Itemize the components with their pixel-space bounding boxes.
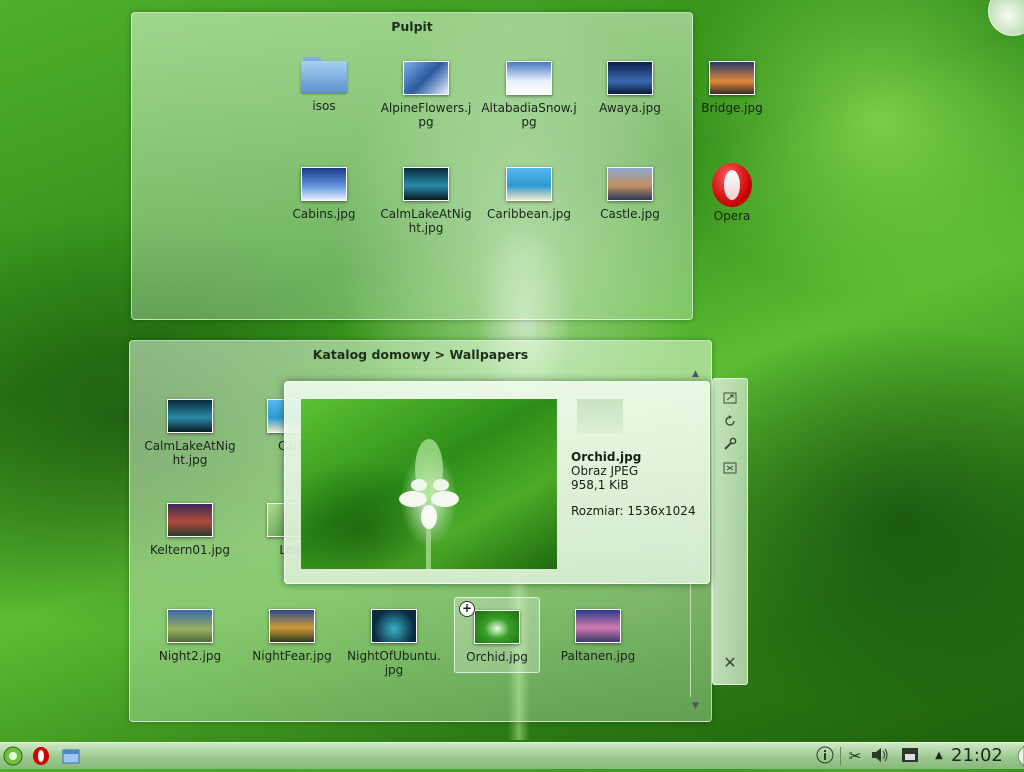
- wallpaper-item-calmlakeatnight[interactable]: CalmLakeAtNight.jpg: [142, 399, 238, 467]
- preview-dimensions: Rozmiar: 1536x1024: [571, 504, 696, 518]
- desktop-item-altabadiasnow[interactable]: AltabadiaSnow.jpg: [481, 61, 577, 129]
- image-thumbnail-icon: [403, 167, 449, 201]
- file-preview-tooltip: Orchid.jpg Obraz JPEG 958,1 KiB Rozmiar:…: [284, 381, 710, 584]
- item-label: CalmLakeAtNight.jpg: [144, 439, 236, 467]
- item-label: NightFear.jpg: [252, 649, 332, 663]
- scroll-up-arrow-icon[interactable]: ▲: [692, 369, 699, 379]
- image-thumbnail-icon: [167, 503, 213, 537]
- item-label: isos: [312, 99, 336, 113]
- image-thumbnail-icon: [167, 399, 213, 433]
- image-thumbnail-icon: [575, 609, 621, 643]
- image-thumbnail-icon: [403, 61, 449, 95]
- folder-view-title: Katalog domowy > Wallpapers: [312, 347, 529, 362]
- image-thumbnail-icon: [474, 610, 520, 644]
- desktop-item-bridge[interactable]: Bridge.jpg: [684, 61, 780, 115]
- item-label: Awaya.jpg: [599, 101, 661, 115]
- item-label: Keltern01.jpg: [149, 543, 231, 557]
- preview-info: Orchid.jpg Obraz JPEG 958,1 KiB Rozmiar:…: [571, 450, 696, 518]
- image-thumbnail-icon: [709, 61, 755, 95]
- item-label: AlpineFlowers.jpg: [380, 101, 472, 129]
- preview-filename: Orchid.jpg: [571, 450, 642, 464]
- image-thumbnail-icon: [607, 61, 653, 95]
- desktop-item-isos[interactable]: isos: [276, 57, 372, 113]
- volume-icon[interactable]: [870, 746, 890, 766]
- wallpaper-item-nightofubuntu[interactable]: NightOfUbuntu.jpg: [346, 609, 442, 677]
- desktop-item-opera[interactable]: Opera: [684, 163, 780, 223]
- item-label: Paltanen.jpg: [560, 649, 636, 663]
- desktop-item-castle[interactable]: Castle.jpg: [582, 167, 678, 221]
- file-manager-icon[interactable]: [60, 746, 82, 766]
- item-label: NightOfUbuntu.jpg: [347, 649, 441, 677]
- background-thumbnail-ghost: [577, 399, 623, 433]
- select-plus-icon[interactable]: +: [459, 601, 475, 617]
- item-label: Orchid.jpg: [466, 650, 528, 664]
- desktop-item-alpineflowers[interactable]: AlpineFlowers.jpg: [378, 61, 474, 129]
- network-icon[interactable]: [900, 746, 920, 766]
- arrow-up-icon[interactable]: ▲: [932, 746, 946, 766]
- item-label: Opera: [713, 209, 751, 223]
- image-thumbnail-icon: [506, 167, 552, 201]
- wallpaper-item-paltanen[interactable]: Paltanen.jpg: [550, 609, 646, 663]
- applet-handle-toolbar: ✕: [712, 378, 748, 685]
- wallpaper-item-night2[interactable]: Night2.jpg: [142, 609, 238, 663]
- preview-filetype: Obraz JPEG: [571, 464, 639, 478]
- opera-icon: [710, 163, 754, 207]
- tray-divider: [840, 747, 841, 765]
- item-label: Bridge.jpg: [701, 101, 763, 115]
- image-thumbnail-icon: [301, 167, 347, 201]
- desktop-toolbox-icon[interactable]: [988, 0, 1024, 36]
- desktop-item-caribbean[interactable]: Caribbean.jpg: [481, 167, 577, 221]
- wallpaper-item-keltern01[interactable]: Keltern01.jpg: [142, 503, 238, 557]
- wallpaper-item-orchid[interactable]: + Orchid.jpg: [454, 597, 540, 673]
- close-icon[interactable]: ✕: [722, 655, 738, 671]
- rotate-icon[interactable]: [722, 414, 738, 430]
- image-thumbnail-icon: [269, 609, 315, 643]
- scissors-icon[interactable]: ✂: [846, 746, 864, 766]
- preview-filesize: 958,1 KiB: [571, 478, 629, 492]
- taskbar: ✂ ▲ 21:02: [0, 742, 1024, 769]
- image-thumbnail-icon: [506, 61, 552, 95]
- cashew-icon[interactable]: [1010, 745, 1024, 767]
- item-label: Cabins.jpg: [292, 207, 356, 221]
- resize-icon[interactable]: [722, 461, 738, 477]
- item-label: Caribbean.jpg: [487, 207, 571, 221]
- info-icon[interactable]: [816, 746, 834, 766]
- image-thumbnail-icon: [607, 167, 653, 201]
- opera-launcher-icon[interactable]: [30, 746, 52, 766]
- desktop-item-calmlakeatnight[interactable]: CalmLakeAtNight.jpg: [378, 167, 474, 235]
- wallpaper-item-nightfear[interactable]: NightFear.jpg: [244, 609, 340, 663]
- desktop-item-cabins[interactable]: Cabins.jpg: [276, 167, 372, 221]
- item-label: AltabadiaSnow.jpg: [481, 101, 577, 129]
- desktop-item-awaya[interactable]: Awaya.jpg: [582, 61, 678, 115]
- item-label: Castle.jpg: [600, 207, 660, 221]
- clock[interactable]: 21:02: [951, 743, 1003, 769]
- kickoff-menu-icon[interactable]: [2, 746, 24, 766]
- folder-view-title: Pulpit: [391, 19, 433, 34]
- maximize-icon[interactable]: [722, 391, 738, 407]
- scroll-down-arrow-icon[interactable]: ▼: [692, 701, 699, 711]
- item-label: CalmLakeAtNight.jpg: [380, 207, 472, 235]
- folder-icon: [301, 57, 347, 93]
- item-label: Night2.jpg: [158, 649, 222, 663]
- image-thumbnail-icon: [167, 609, 213, 643]
- preview-image: [301, 399, 557, 569]
- image-thumbnail-icon: [371, 609, 417, 643]
- wrench-icon[interactable]: [722, 437, 738, 453]
- desktop-folder-view: Pulpit isos AlpineFlowers.jpg AltabadiaS…: [131, 12, 763, 320]
